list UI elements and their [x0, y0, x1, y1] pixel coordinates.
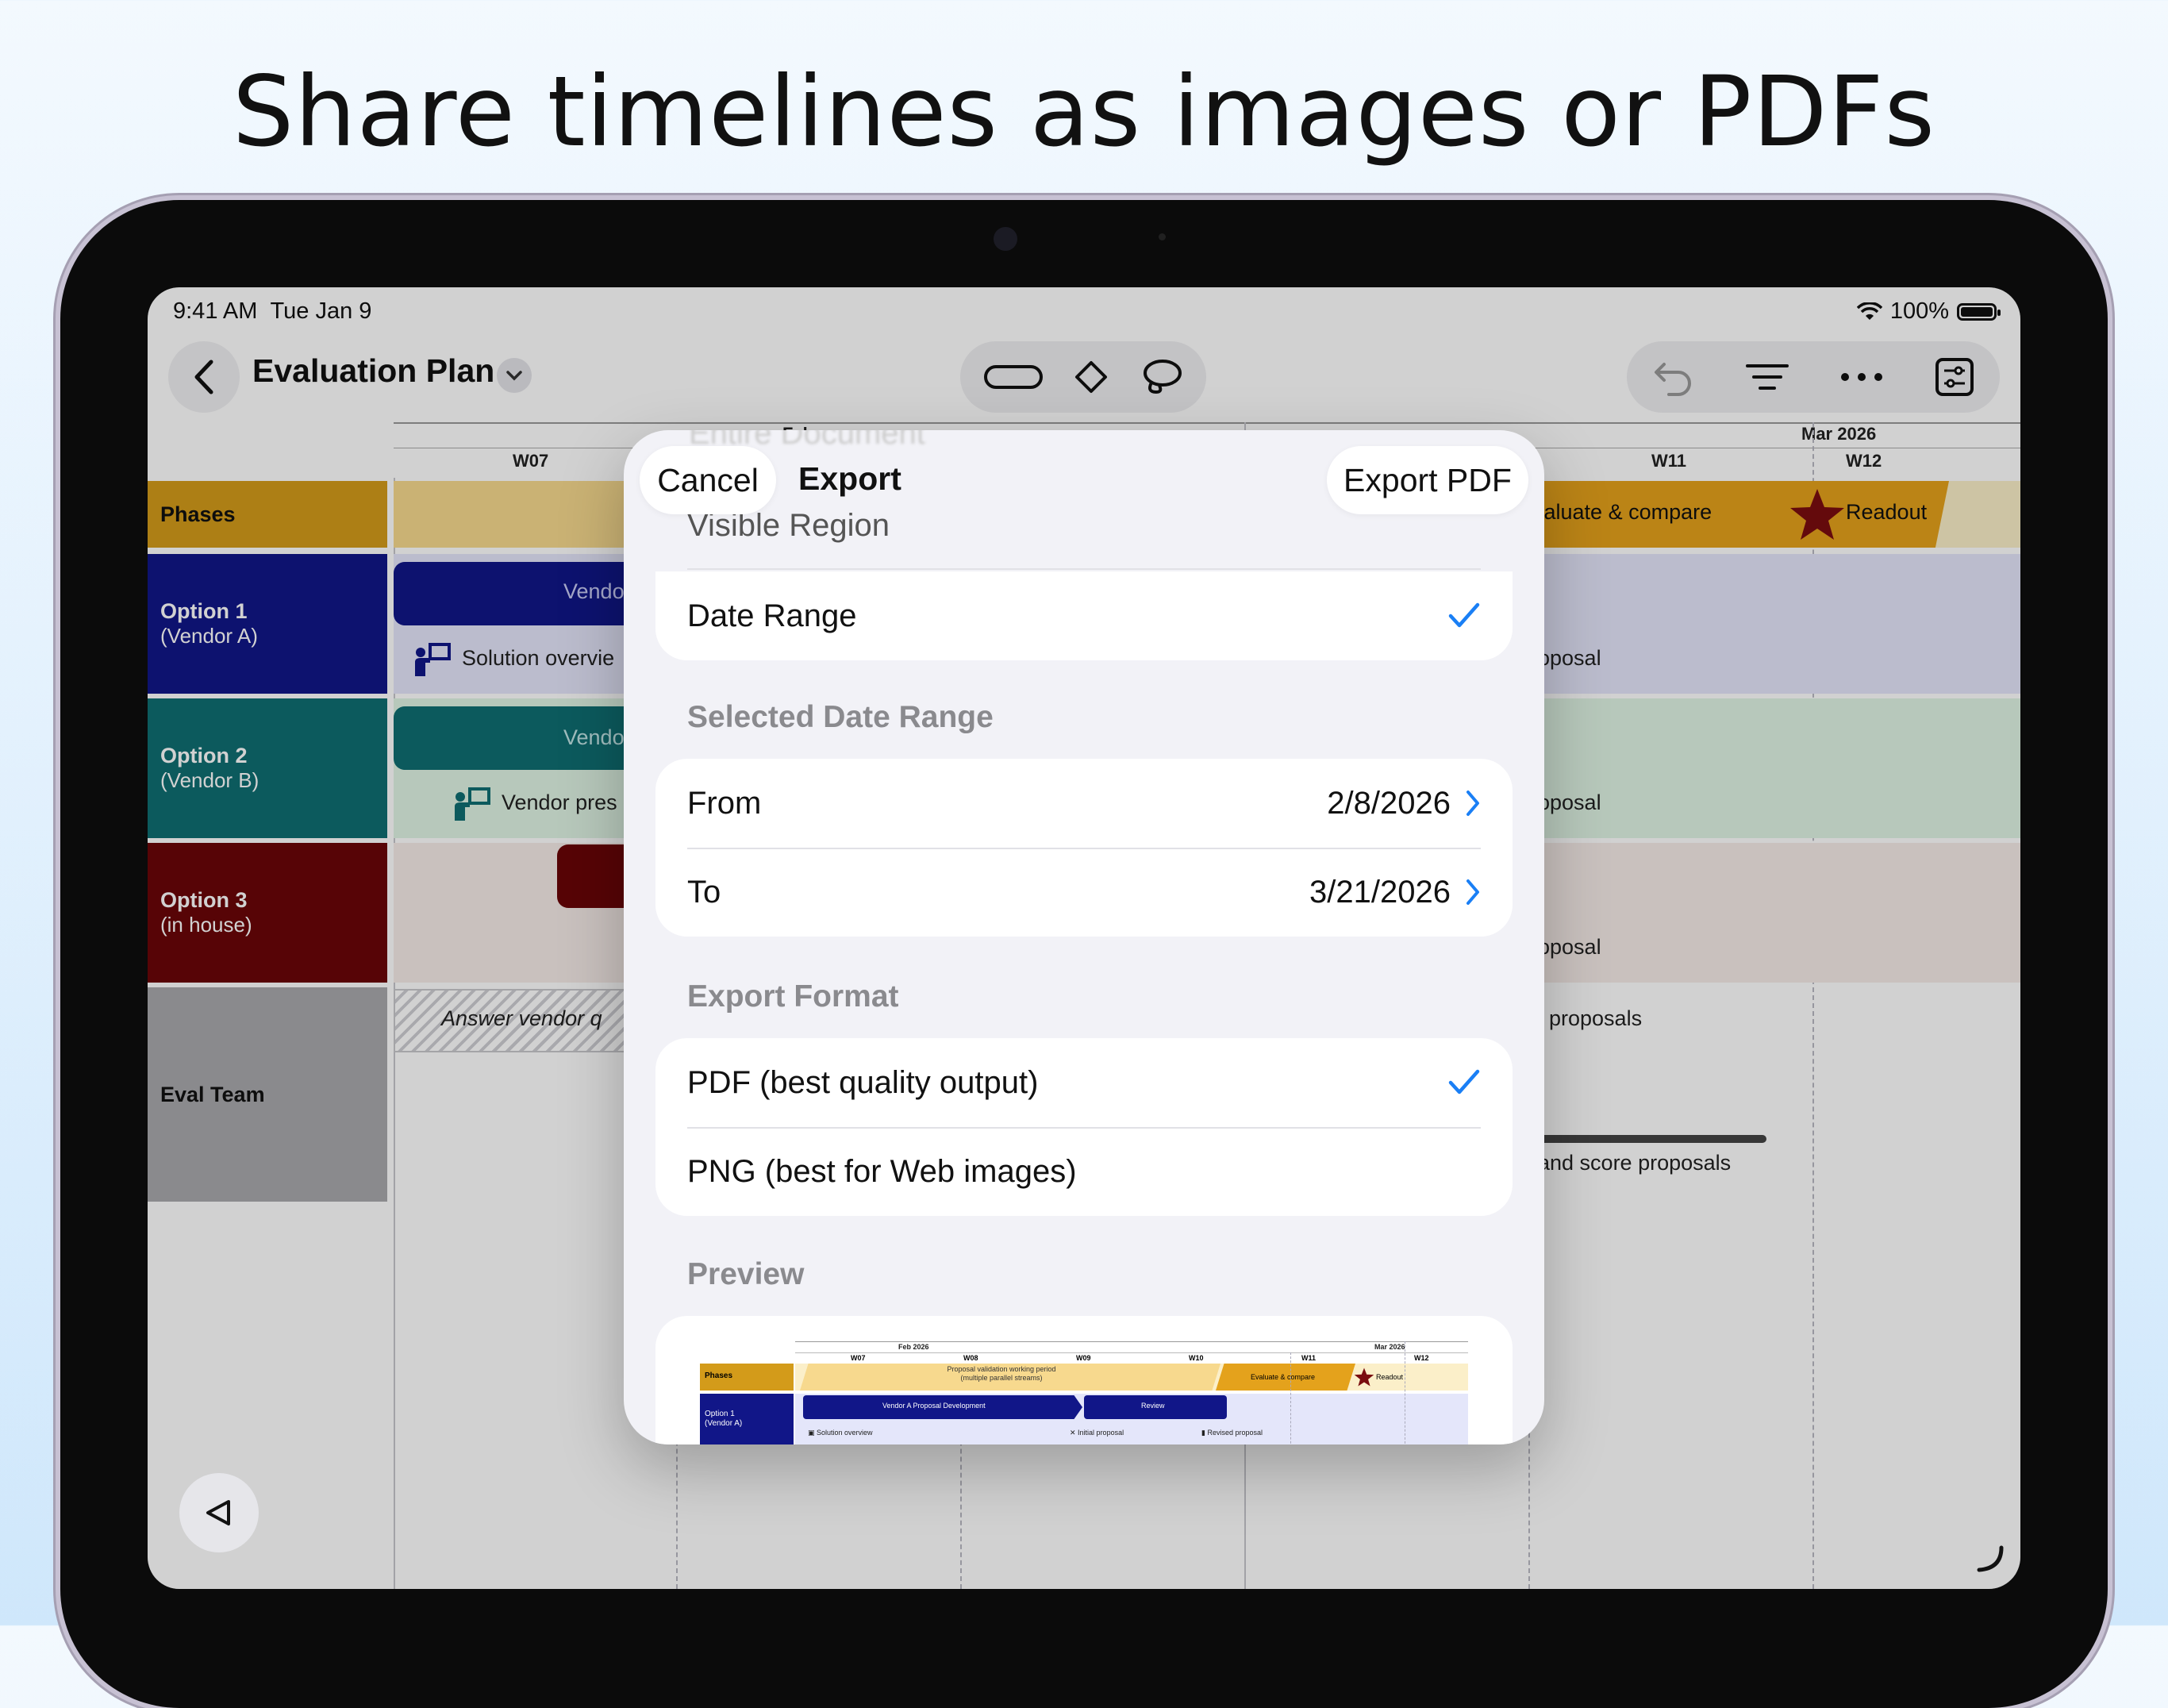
date-range-group: From 2/8/2026 To 3/21/2026: [655, 759, 1513, 937]
checkmark-icon: [1448, 602, 1480, 628]
format-png-option[interactable]: PNG (best for Web images): [655, 1127, 1513, 1216]
checkmark-icon: [1448, 1069, 1480, 1094]
preview-week: W08: [963, 1354, 978, 1362]
cancel-button[interactable]: Cancel: [640, 446, 776, 514]
preview-dev-bar: Vendor A Proposal Development: [882, 1402, 986, 1410]
preview-star-icon: [1354, 1368, 1374, 1387]
to-row[interactable]: To 3/21/2026: [655, 848, 1513, 937]
chevron-right-icon: [1466, 879, 1479, 905]
resize-corner-icon: [1977, 1545, 2004, 1572]
preview-month: Mar 2026: [1374, 1343, 1405, 1351]
preview-thumbnail: Feb 2026 Mar 2026 W07 W08 W09 W10 W11 W1…: [700, 1341, 1468, 1444]
date-range-option[interactable]: Date Range: [655, 571, 1513, 660]
collapse-sidebar-button[interactable]: [179, 1473, 259, 1552]
headline: Share timelines as images or PDFs: [232, 56, 1936, 168]
preview-header: Preview: [687, 1257, 805, 1291]
preview-month: Feb 2026: [898, 1343, 929, 1351]
scope-group: Date Range: [655, 571, 1513, 660]
from-value: 2/8/2026: [1327, 785, 1451, 821]
preview-evaluate: Evaluate & compare: [1251, 1373, 1316, 1381]
sensor: [1159, 233, 1166, 240]
preview-week: W10: [1189, 1354, 1204, 1362]
sheet-title: Export: [798, 460, 901, 497]
preview-initial: ✕ Initial proposal: [1070, 1429, 1124, 1437]
triangle-left-icon: [206, 1500, 230, 1525]
preview-revised: ▮ Revised proposal: [1201, 1429, 1263, 1437]
chevron-right-icon: [1466, 791, 1479, 816]
preview-readout: Readout: [1376, 1373, 1404, 1381]
preview-week: W09: [1076, 1354, 1091, 1362]
preview-week: W12: [1414, 1354, 1429, 1362]
preview-option-1-label: Option 1 (Vendor A): [700, 1394, 794, 1444]
selected-range-header: Selected Date Range: [687, 700, 994, 734]
preview-solution: ▣ Solution overview: [808, 1429, 873, 1437]
preview-week: W11: [1301, 1354, 1317, 1362]
format-pdf-option[interactable]: PDF (best quality output): [655, 1038, 1513, 1127]
export-pdf-button[interactable]: Export PDF: [1327, 446, 1528, 514]
preview-working-period: Proposal validation working period (multi…: [947, 1365, 1056, 1382]
export-format-header: Export Format: [687, 979, 899, 1014]
row-divider: [687, 568, 1481, 570]
camera: [994, 227, 1017, 251]
preview-card: Feb 2026 Mar 2026 W07 W08 W09 W10 W11 W1…: [655, 1316, 1513, 1444]
preview-phases-label: Phases: [700, 1364, 794, 1391]
export-sheet: Entire Document Visible Region Cancel Ex…: [624, 430, 1544, 1444]
to-value: 3/21/2026: [1309, 874, 1451, 910]
preview-week: W07: [851, 1354, 866, 1362]
format-group: PDF (best quality output) PNG (best for …: [655, 1038, 1513, 1216]
preview-review-bar: Review: [1141, 1402, 1165, 1410]
from-row[interactable]: From 2/8/2026: [655, 759, 1513, 848]
